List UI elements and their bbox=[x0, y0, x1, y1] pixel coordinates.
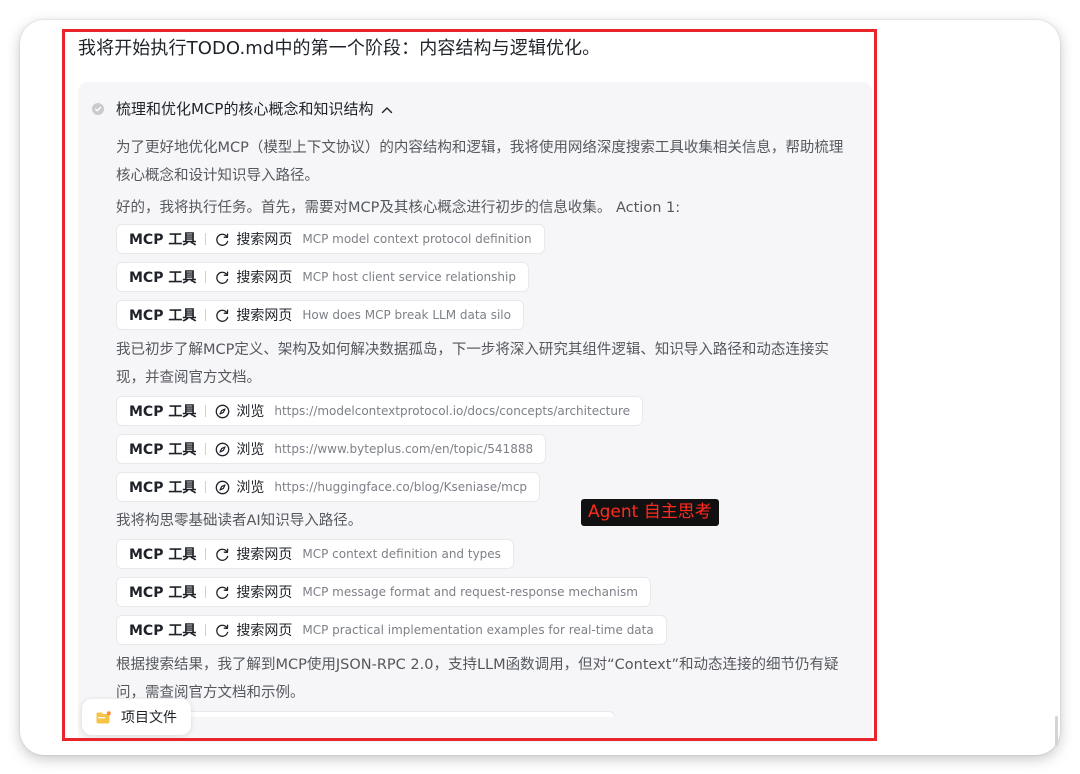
refresh-search-icon bbox=[215, 547, 230, 562]
tool-action-label: 搜索网页 bbox=[236, 308, 293, 324]
tool-action-label: 搜索网页 bbox=[236, 585, 293, 601]
tool-call-row: MCP 工具 搜索网页 MCP model context protocol def… bbox=[116, 224, 856, 262]
chip-divider bbox=[205, 586, 207, 598]
tool-query-text: MCP context definition and types bbox=[302, 547, 501, 561]
tool-action-label: 搜索网页 bbox=[236, 547, 293, 563]
thought-paragraph: 我已初步了解MCP定义、架构及如何解决数据孤岛，下一步将深入研究其组件逻辑、知识… bbox=[116, 342, 829, 386]
chip-divider bbox=[205, 405, 207, 417]
chip-divider bbox=[205, 309, 207, 321]
chip-divider bbox=[205, 443, 207, 455]
chip-divider bbox=[205, 548, 207, 560]
thought-paragraph: 我将构思零基础读者AI知识导入路径。 bbox=[116, 513, 363, 529]
tool-call-row: MCP 工具 搜索网页 MCP practical implementation e… bbox=[116, 615, 856, 653]
tool-call-chip[interactable]: MCP 工具 搜索网页 MCP host client service relati… bbox=[116, 262, 529, 292]
tool-query-text: MCP message format and request-response … bbox=[302, 585, 638, 599]
tool-query-text: https://huggingface.co/blog/Kseniase/mcp bbox=[274, 480, 528, 494]
chip-divider bbox=[205, 624, 207, 636]
tool-source-label: MCP 工具 bbox=[129, 404, 197, 420]
intro-message: 我将开始执行TODO.md中的第一个阶段：内容结构与逻辑优化。 bbox=[78, 38, 601, 59]
tool-action-label: 搜索网页 bbox=[236, 232, 293, 248]
tool-query-text: https://modelcontextprotocol.io/docs/con… bbox=[274, 404, 631, 418]
tool-call-chip[interactable]: MCP 工具 搜索网页 MCP model context protocol def… bbox=[116, 224, 545, 254]
tool-call-chip[interactable]: MCP 工具 浏览 https://modelcontextprotocol.io/… bbox=[116, 396, 644, 426]
tool-call-row: MCP 工具 浏览 https://www.byteplus.com/en/topi… bbox=[116, 434, 856, 472]
partial-tool-call-chip bbox=[160, 711, 615, 717]
tool-call-group: MCP 工具 浏览 https://modelcontextprotocol.io/… bbox=[116, 396, 856, 510]
tool-query-text: MCP model context protocol definition bbox=[302, 232, 532, 246]
tool-call-group: MCP 工具 搜索网页 MCP model context protocol def… bbox=[116, 224, 856, 338]
tool-call-row: MCP 工具 搜索网页 MCP message format and request… bbox=[116, 577, 856, 615]
refresh-search-icon bbox=[215, 232, 230, 247]
project-files-button[interactable]: 项目文件 bbox=[82, 699, 191, 735]
chevron-up-icon[interactable] bbox=[381, 100, 393, 118]
tool-call-row: MCP 工具 搜索网页 MCP context definition and typ… bbox=[116, 539, 856, 577]
chip-divider bbox=[205, 271, 207, 283]
tool-call-row: MCP 工具 浏览 https://modelcontextprotocol.io/… bbox=[116, 396, 856, 434]
compass-icon bbox=[215, 404, 230, 419]
tool-action-label: 搜索网页 bbox=[236, 270, 293, 286]
tool-call-row: MCP 工具 浏览 https://huggingface.co/blog/Ksen… bbox=[116, 472, 856, 510]
thought-paragraph: 根据搜索结果，我了解到MCP使用JSON-RPC 2.0，支持LLM函数调用，但… bbox=[116, 657, 839, 701]
thought-body: 为了更好地优化MCP（模型上下文协议）的内容结构和逻辑，我将使用网络深度搜索工具… bbox=[116, 134, 856, 711]
scrollbar-thumb[interactable] bbox=[1055, 716, 1058, 746]
tool-source-label: MCP 工具 bbox=[129, 547, 197, 563]
folder-icon bbox=[96, 710, 111, 724]
tool-call-chip[interactable]: MCP 工具 搜索网页 MCP context definition and typ… bbox=[116, 539, 514, 569]
tool-source-label: MCP 工具 bbox=[129, 442, 197, 458]
tool-call-chip[interactable]: MCP 工具 搜索网页 MCP message format and request… bbox=[116, 577, 651, 607]
tool-call-chip[interactable]: MCP 工具 浏览 https://huggingface.co/blog/Ksen… bbox=[116, 472, 541, 502]
tool-action-label: 浏览 bbox=[236, 442, 265, 458]
tool-action-label: 浏览 bbox=[236, 404, 265, 420]
tool-call-row: MCP 工具 搜索网页 How does MCP break LLM data si… bbox=[116, 300, 856, 338]
chip-divider bbox=[205, 481, 207, 493]
tool-action-label: 搜索网页 bbox=[236, 623, 293, 639]
thought-panel: 梳理和优化MCP的核心概念和知识结构 为了更好地优化MCP（模型上下文协议）的内… bbox=[78, 82, 872, 742]
tool-call-chip[interactable]: MCP 工具 搜索网页 How does MCP break LLM data si… bbox=[116, 300, 524, 330]
compass-icon bbox=[215, 480, 230, 495]
tool-source-label: MCP 工具 bbox=[129, 232, 197, 248]
check-icon bbox=[92, 102, 104, 115]
project-files-label: 项目文件 bbox=[121, 710, 177, 726]
tool-source-label: MCP 工具 bbox=[129, 270, 197, 286]
tool-call-row: MCP 工具 搜索网页 MCP host client service relati… bbox=[116, 262, 856, 300]
thought-paragraph: 为了更好地优化MCP（模型上下文协议）的内容结构和逻辑，我将使用网络深度搜索工具… bbox=[116, 140, 844, 184]
tool-action-label: 浏览 bbox=[236, 480, 265, 496]
refresh-search-icon bbox=[215, 270, 230, 285]
tool-query-text: MCP practical implementation examples fo… bbox=[302, 623, 654, 637]
tool-call-chip[interactable]: MCP 工具 浏览 https://www.byteplus.com/en/topi… bbox=[116, 434, 547, 464]
annotation-label: Agent 自主思考 bbox=[581, 499, 719, 526]
compass-icon bbox=[215, 442, 230, 457]
refresh-search-icon bbox=[215, 585, 230, 600]
tool-query-text: MCP host client service relationship bbox=[302, 270, 516, 284]
tool-call-group: MCP 工具 搜索网页 MCP context definition and typ… bbox=[116, 539, 856, 653]
tool-query-text: How does MCP break LLM data silo bbox=[302, 308, 511, 322]
tool-source-label: MCP 工具 bbox=[129, 623, 197, 639]
tool-call-chip[interactable]: MCP 工具 搜索网页 MCP practical implementation e… bbox=[116, 615, 667, 645]
tool-query-text: https://www.byteplus.com/en/topic/541888 bbox=[274, 442, 534, 456]
thought-section-title: 梳理和优化MCP的核心概念和知识结构 bbox=[116, 100, 374, 118]
tool-source-label: MCP 工具 bbox=[129, 480, 197, 496]
tool-source-label: MCP 工具 bbox=[129, 308, 197, 324]
thought-section-header[interactable]: 梳理和优化MCP的核心概念和知识结构 bbox=[92, 98, 393, 119]
refresh-search-icon bbox=[215, 623, 230, 638]
tool-source-label: MCP 工具 bbox=[129, 585, 197, 601]
chip-divider bbox=[205, 233, 207, 245]
thought-paragraph: 好的，我将执行任务。首先，需要对MCP及其核心概念进行初步的信息收集。 Acti… bbox=[116, 200, 681, 216]
refresh-search-icon bbox=[215, 308, 230, 323]
